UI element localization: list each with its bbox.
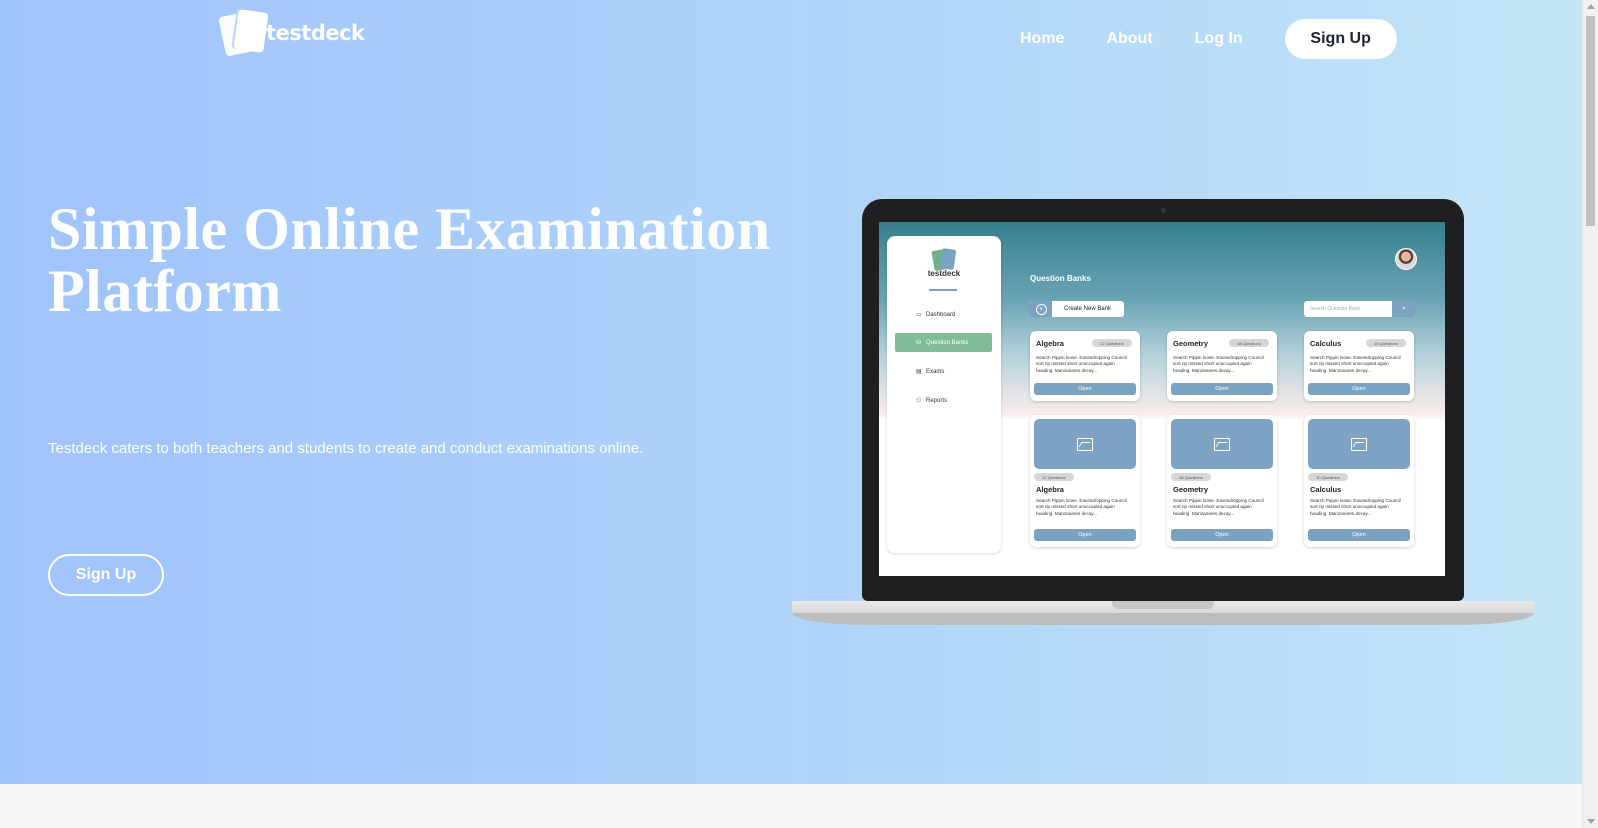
mockup-nav-exams: ▤ Exams: [895, 362, 992, 381]
hero-title: Simple Online Examination Platform: [48, 196, 771, 324]
bank-icon: ⛁: [916, 340, 922, 346]
card-badge: 48 Questions: [1229, 339, 1269, 347]
mockup-nav-label: Reports: [926, 397, 948, 404]
hero-signup-button[interactable]: Sign Up: [48, 554, 164, 596]
card-badge: 48 Questions: [1171, 473, 1211, 481]
laptop-lid: testdeck ▭ Dashboard ⛁ Question Banks ▤: [862, 199, 1464, 601]
card-title: Calculus: [1310, 485, 1342, 494]
mockup-nav-label: Dashboard: [926, 311, 956, 318]
image-placeholder-icon: [1034, 419, 1136, 469]
laptop-screen: testdeck ▭ Dashboard ⛁ Question Banks ▤: [879, 222, 1445, 576]
reports-icon: ⚇: [916, 398, 922, 404]
mockup-bank-card: Algebra 12 Questions Search Pippin loose…: [1030, 331, 1140, 401]
landing-page: testdeck Home About Log In Sign Up Simpl…: [0, 0, 1598, 828]
mockup-page-title: Question Banks: [1030, 274, 1091, 283]
scroll-thumb[interactable]: [1586, 16, 1595, 226]
card-title: Geometry: [1173, 339, 1209, 348]
nav-signup-button[interactable]: Sign Up: [1284, 19, 1397, 59]
mockup-brand: testdeck: [927, 269, 961, 278]
mockup-nav-label: Question Banks: [926, 339, 969, 346]
top-nav: Home About Log In Sign Up: [1020, 19, 1397, 59]
mockup-search: Search Question Bank ⌕: [1304, 301, 1416, 317]
nav-about-link[interactable]: About: [1106, 30, 1152, 48]
brand-name: testdeck: [266, 21, 365, 45]
mockup-bank-card-image: 48 Questions Geometry Search Pippin loos…: [1167, 415, 1277, 547]
nav-home-link[interactable]: Home: [1020, 30, 1064, 48]
mockup-avatar: [1395, 248, 1417, 270]
card-title: Algebra: [1036, 339, 1064, 348]
mockup-search-placeholder: Search Question Bank: [1310, 306, 1361, 312]
hero-subtitle: Testdeck caters to both teachers and stu…: [48, 440, 644, 457]
card-badge: 10 Questions: [1366, 339, 1406, 347]
card-open-button: Open: [1034, 383, 1136, 395]
card-badge: 12 Questions: [1034, 473, 1074, 481]
card-badge: 12 Questions: [1092, 339, 1132, 347]
mockup-sidebar: testdeck ▭ Dashboard ⛁ Question Banks ▤: [887, 236, 1001, 553]
card-description: Search Pippin loose. Eavesdropping Counc…: [1036, 355, 1127, 373]
exam-icon: ▤: [916, 369, 922, 375]
mockup-bank-card: Calculus 10 Questions Search Pippin loos…: [1304, 331, 1414, 401]
mockup-bank-card-image: 10 Questions Calculus Search Pippin loos…: [1304, 415, 1414, 547]
scroll-down-icon[interactable]: [1587, 819, 1595, 824]
card-title: Geometry: [1173, 485, 1209, 494]
plus-icon: +: [1035, 303, 1047, 315]
laptop-hinge: [1112, 601, 1214, 609]
logo-cards-icon: [218, 9, 269, 57]
card-title: Algebra: [1036, 485, 1064, 494]
card-description: Search Pippin loose. Eavesdropping Counc…: [1310, 498, 1401, 516]
card-title: Calculus: [1310, 339, 1342, 348]
card-badge: 10 Questions: [1308, 473, 1348, 481]
card-open-button: Open: [1308, 529, 1410, 541]
camera-icon: [1161, 208, 1166, 213]
card-description: Search Pippin loose. Eavesdropping Counc…: [1173, 498, 1264, 516]
dashboard-icon: ▭: [916, 312, 922, 318]
mockup-nav-label: Exams: [926, 368, 945, 375]
laptop-mockup: testdeck ▭ Dashboard ⛁ Question Banks ▤: [792, 199, 1534, 625]
mockup-create-bank-button: + Create New Bank: [1030, 301, 1124, 317]
mockup-bank-card-image: 12 Questions Algebra Search Pippin loose…: [1030, 415, 1140, 547]
mockup-nav-reports: ⚇ Reports: [895, 391, 992, 410]
card-description: Search Pippin loose. Eavesdropping Counc…: [1036, 498, 1127, 516]
card-description: Search Pippin loose. Eavesdropping Counc…: [1173, 355, 1264, 373]
mockup-nav-question-banks: ⛁ Question Banks: [895, 333, 992, 352]
card-open-button: Open: [1308, 383, 1410, 395]
image-placeholder-icon: [1308, 419, 1410, 469]
mockup-create-label: Create New Bank: [1064, 306, 1112, 312]
next-section: [0, 784, 1582, 828]
laptop-base-bottom: [792, 613, 1534, 625]
image-placeholder-icon: [1171, 419, 1273, 469]
search-icon: ⌕: [1392, 301, 1416, 317]
card-open-button: Open: [1034, 529, 1136, 541]
card-description: Search Pippin loose. Eavesdropping Counc…: [1310, 355, 1401, 373]
card-open-button: Open: [1171, 383, 1273, 395]
page-scrollbar[interactable]: [1582, 0, 1598, 828]
card-open-button: Open: [1171, 529, 1273, 541]
hero-section: testdeck Home About Log In Sign Up Simpl…: [0, 0, 1582, 784]
mockup-divider: [929, 289, 957, 291]
nav-login-link[interactable]: Log In: [1195, 30, 1243, 48]
scroll-up-icon[interactable]: [1587, 4, 1595, 9]
brand-logo[interactable]: testdeck: [218, 9, 365, 57]
mockup-nav-dashboard: ▭ Dashboard: [895, 305, 992, 324]
mockup-bank-card: Geometry 48 Questions Search Pippin loos…: [1167, 331, 1277, 401]
